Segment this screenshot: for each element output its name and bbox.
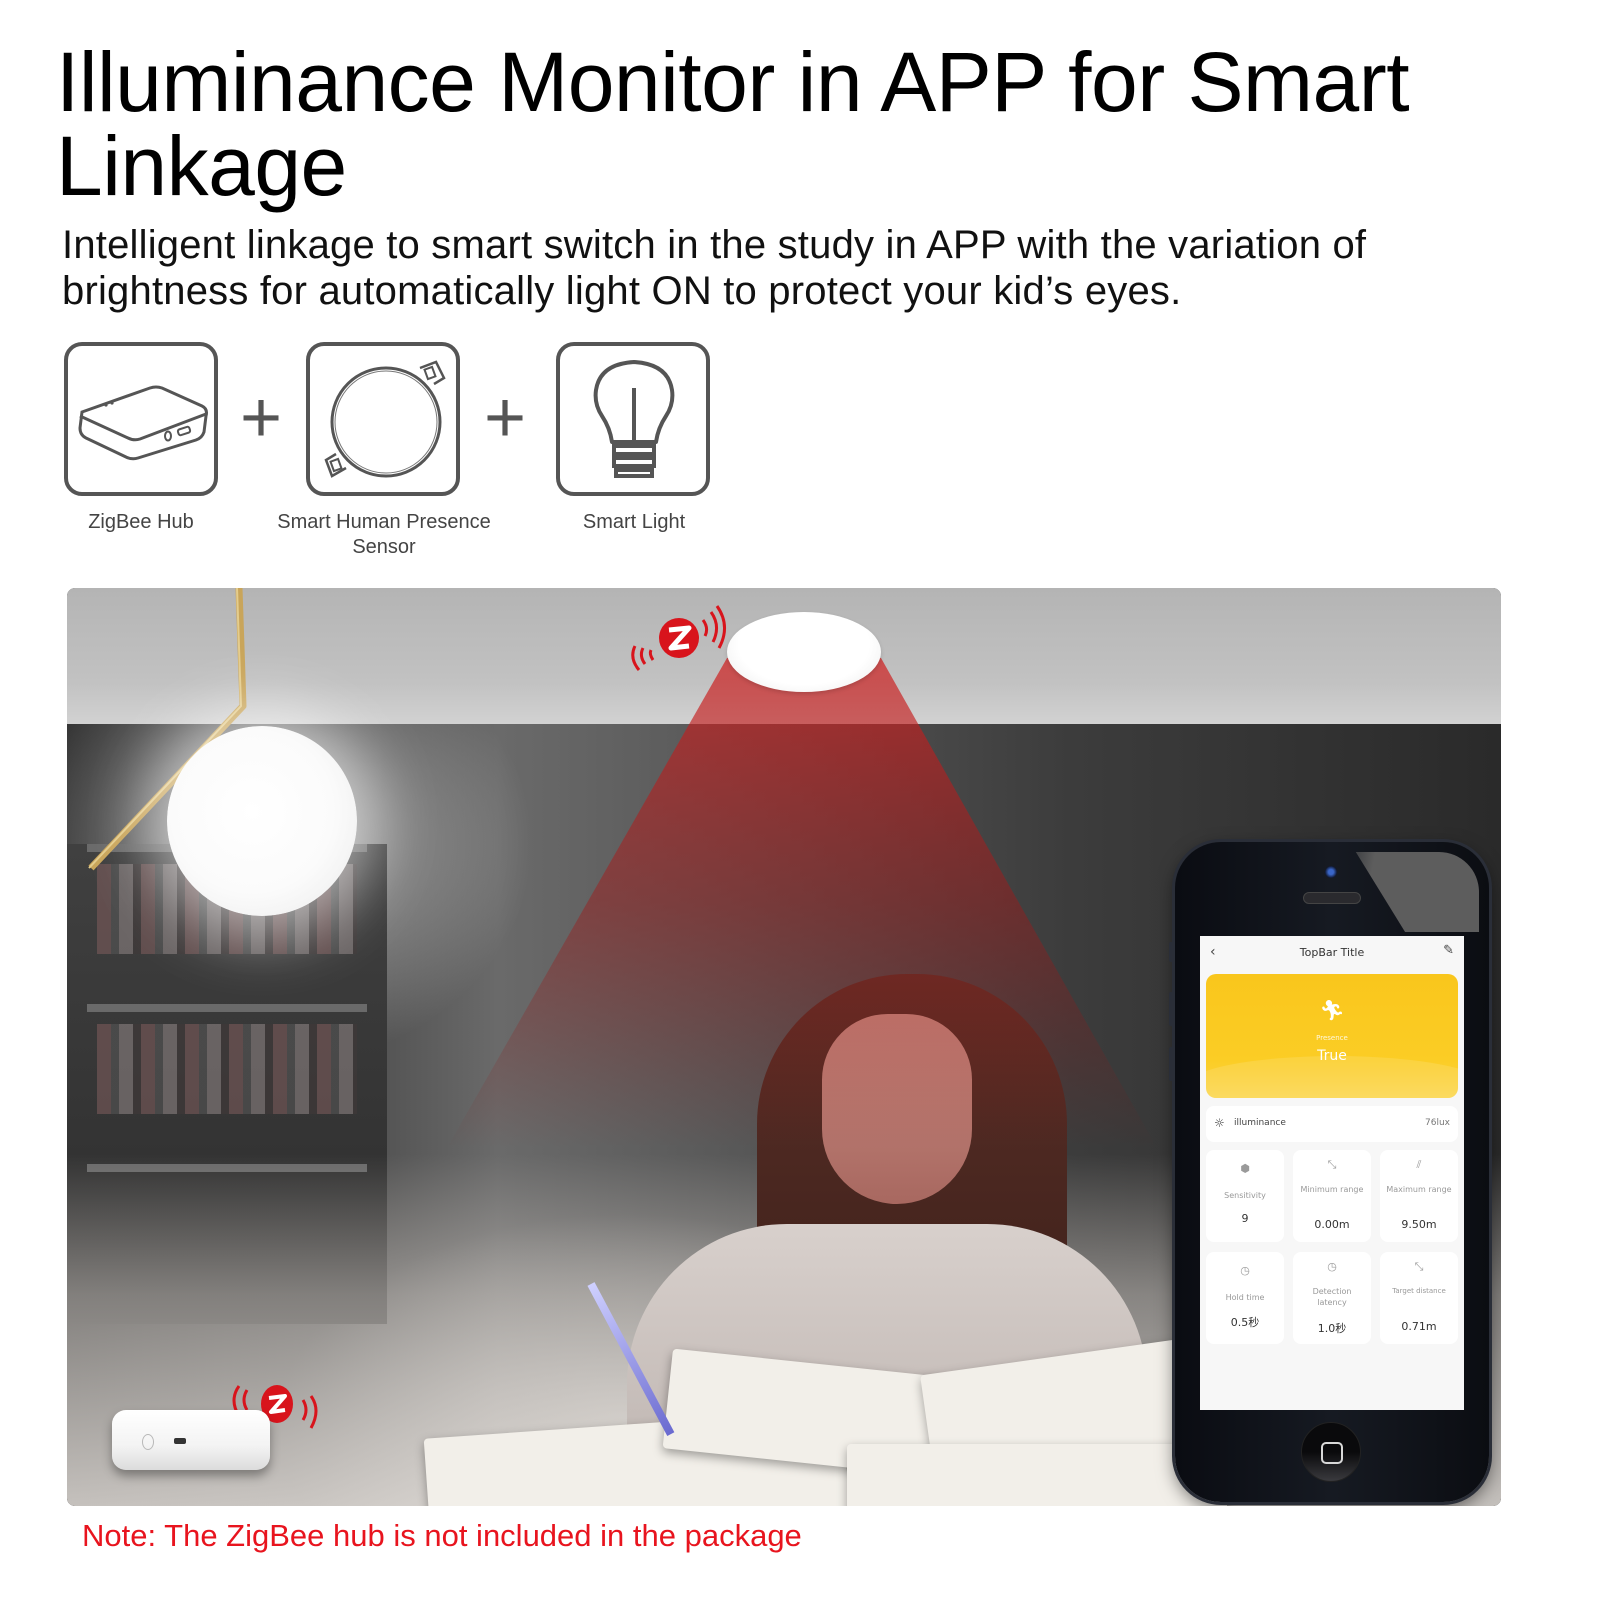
combo-label-sensor: Smart Human Presence Sensor xyxy=(277,511,491,558)
tile-sensitivity[interactable]: ⬢ Sensitivity 9 xyxy=(1206,1150,1284,1242)
illuminance-row[interactable]: ☼ illuminance 76lux xyxy=(1206,1106,1458,1142)
light-bulb-icon xyxy=(593,360,675,478)
pendant-lamp-globe xyxy=(167,726,357,916)
tile-minimum-range[interactable]: ⤡ Minimum range 0.00m xyxy=(1293,1150,1371,1242)
range-icon: ⤡ xyxy=(1327,1158,1337,1171)
running-person-icon: 🏃︎ xyxy=(1319,998,1345,1022)
zigbee-hub-device xyxy=(112,1410,270,1470)
tile-detection-latency[interactable]: ◷ Detection latency 1.0秒 xyxy=(1293,1252,1371,1344)
home-button[interactable] xyxy=(1301,1422,1361,1482)
topbar-title: TopBar Title xyxy=(1299,946,1365,959)
presence-label: Presence xyxy=(1316,1034,1348,1042)
combo-card-light xyxy=(556,342,710,496)
earpiece-speaker xyxy=(1303,892,1361,904)
presence-card: 🏃︎ Presence True xyxy=(1206,974,1458,1098)
illuminance-label: illuminance xyxy=(1234,1118,1286,1128)
zigbee-hub-icon xyxy=(78,385,208,461)
illuminance-value: 76lux xyxy=(1425,1118,1450,1128)
presence-sensor-device xyxy=(727,612,881,692)
presence-value: True xyxy=(1317,1048,1347,1064)
plus-sign: + xyxy=(240,378,283,458)
app-screen: ‹ TopBar Title ✎ 🏃︎ Presence True ☼ illu… xyxy=(1200,936,1464,1410)
tile-target-distance[interactable]: ⤡ Target distance 0.71m xyxy=(1380,1252,1458,1344)
page-title: Illuminance Monitor in APP for Smart Lin… xyxy=(56,35,1410,213)
distance-icon: ⤡ xyxy=(1414,1260,1424,1273)
app-topbar: ‹ TopBar Title ✎ xyxy=(1200,936,1464,970)
combo-label-hub: ZigBee Hub xyxy=(88,511,194,533)
zigbee-signal-icon xyxy=(631,605,726,671)
tile-maximum-range[interactable]: ⫽ Maximum range 9.50m xyxy=(1380,1150,1458,1242)
clock-icon: ◷ xyxy=(1240,1264,1250,1277)
sun-icon: ☼ xyxy=(1214,1116,1225,1130)
study-room-scene: ‹ TopBar Title ✎ 🏃︎ Presence True ☼ illu… xyxy=(67,588,1501,1506)
hexagon-nut-icon: ⬢ xyxy=(1240,1162,1250,1175)
tile-hold-time[interactable]: ◷ Hold time 0.5秒 xyxy=(1206,1252,1284,1344)
front-camera xyxy=(1325,866,1337,878)
page-subtitle: Intelligent linkage to smart switch in t… xyxy=(62,223,1367,313)
range-max-icon: ⫽ xyxy=(1416,1158,1422,1171)
combo-card-hub xyxy=(64,342,218,496)
combo-label-light: Smart Light xyxy=(582,511,686,533)
smartphone: ‹ TopBar Title ✎ 🏃︎ Presence True ☼ illu… xyxy=(1169,842,1489,1502)
plus-sign: + xyxy=(484,378,527,458)
clock-icon: ◷ xyxy=(1327,1260,1337,1273)
combo-card-sensor xyxy=(306,342,460,496)
presence-sensor-icon xyxy=(324,360,446,478)
package-note: Note: The ZigBee hub is not included in … xyxy=(82,1518,802,1553)
edit-icon[interactable]: ✎ xyxy=(1443,943,1454,958)
